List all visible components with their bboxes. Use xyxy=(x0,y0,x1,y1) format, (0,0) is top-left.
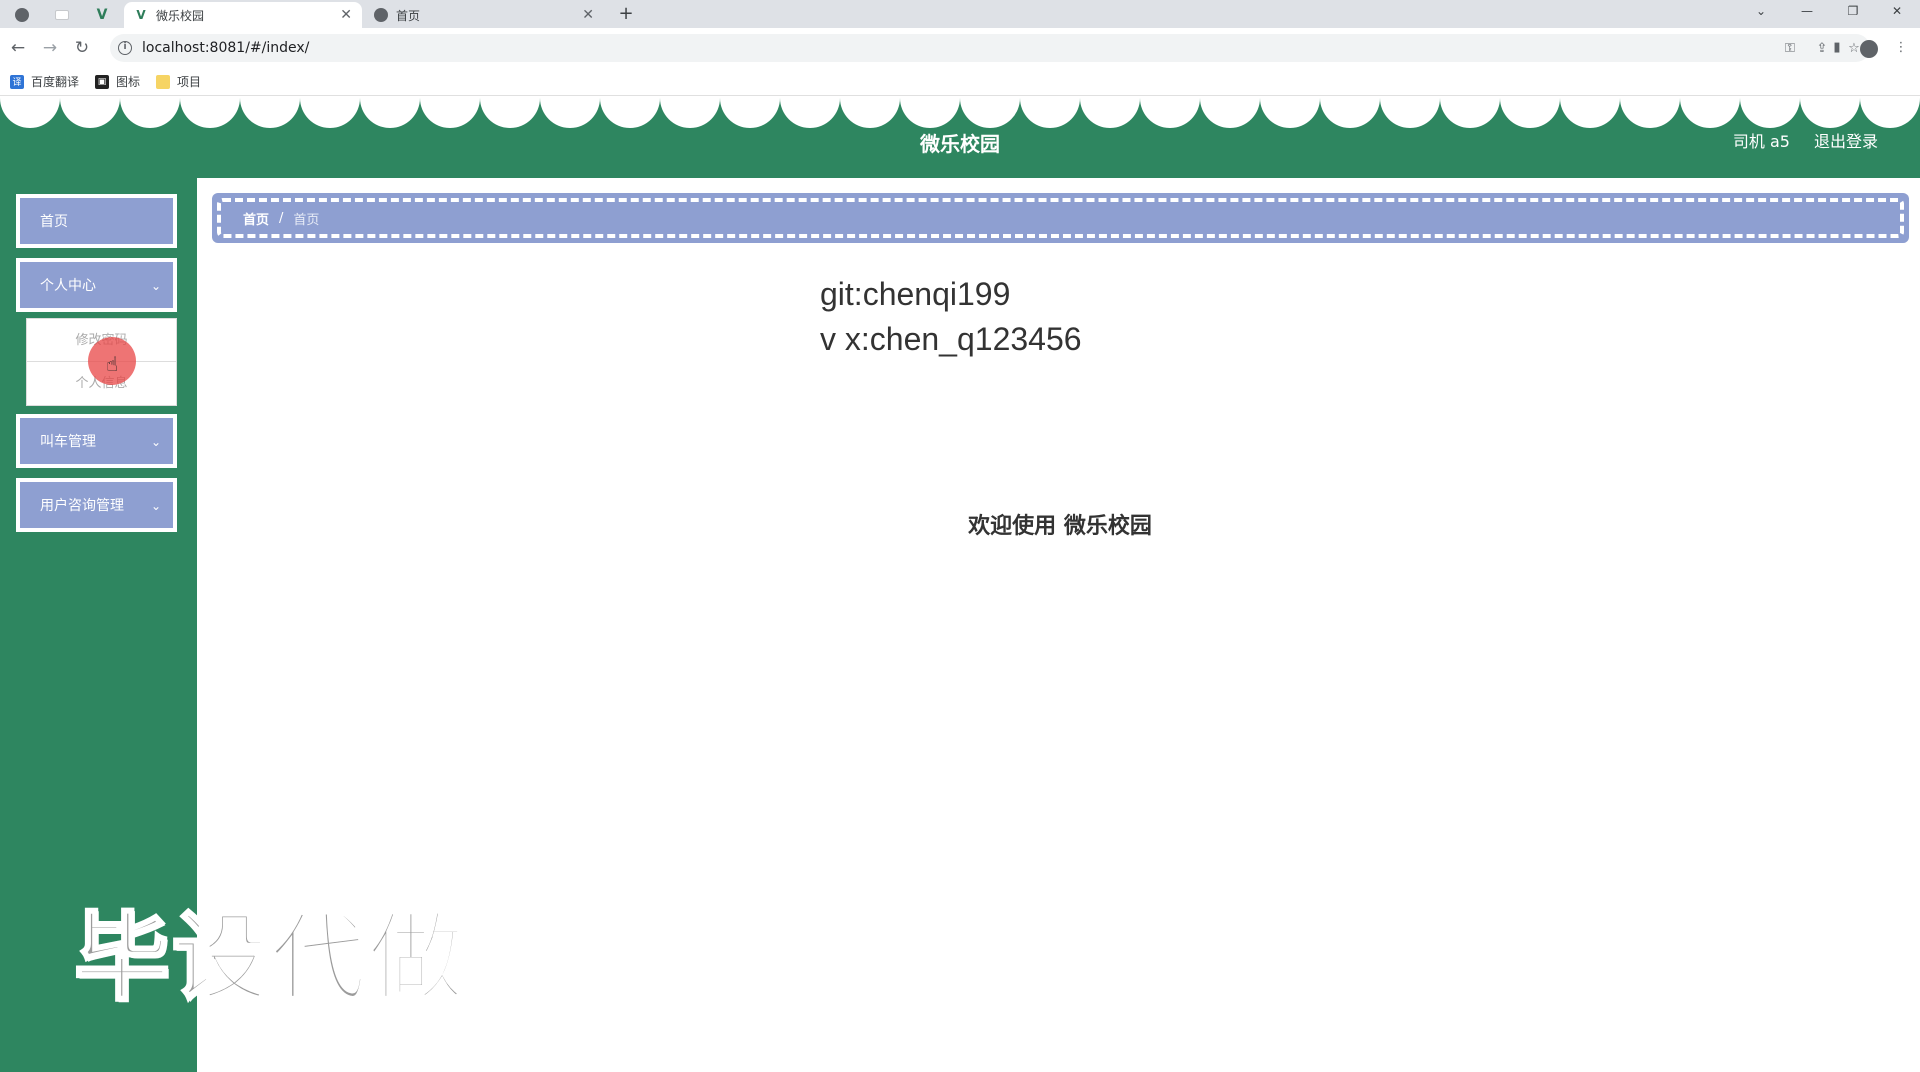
omnibox-actions: ⚿ ⇪ ☆ xyxy=(1774,34,1870,62)
bookmark-item[interactable]: ▣ 图标 xyxy=(95,73,140,90)
back-icon[interactable]: ← xyxy=(6,36,30,60)
hand-cursor-icon: ☝ xyxy=(106,352,119,376)
logout-link[interactable]: 退出登录 xyxy=(1814,128,1878,152)
globe-icon xyxy=(15,8,29,22)
breadcrumb: 首页 / 首页 xyxy=(212,193,1909,243)
app-header: 微乐校园 司机 a5 退出登录 xyxy=(0,98,1920,178)
bookmark-label: 图标 xyxy=(116,75,141,89)
breadcrumb-home[interactable]: 首页 xyxy=(243,209,269,228)
breadcrumb-inner: 首页 / 首页 xyxy=(217,198,1904,238)
chevron-down-icon: ⌄ xyxy=(150,435,161,449)
side-panel-icon[interactable]: ▮ xyxy=(1826,38,1848,60)
pinned-tab-blank[interactable] xyxy=(48,4,76,26)
sidebar-item-ride-management[interactable]: 叫车管理 ⌄ xyxy=(16,414,177,468)
window-close-button[interactable]: ✕ xyxy=(1874,0,1920,24)
scallop-decoration xyxy=(0,98,1920,128)
sidebar-item-label: 叫车管理 xyxy=(40,434,96,450)
tab-active[interactable]: V 微乐校园 ✕ xyxy=(124,2,362,28)
credit-line: v x:chen_q123456 xyxy=(820,321,1082,357)
key-icon[interactable]: ⚿ xyxy=(1774,41,1806,56)
blank-page-icon xyxy=(55,10,69,20)
new-tab-button[interactable]: + xyxy=(614,2,638,26)
image-icon: ▣ xyxy=(95,74,110,89)
credit-line: git:chenqi199 xyxy=(820,276,1011,312)
tab-title: 首页 xyxy=(396,8,421,23)
profile-icon[interactable] xyxy=(1858,38,1880,60)
menu-kebab-icon[interactable]: ⋮ xyxy=(1890,38,1912,60)
tab-title: 微乐校园 xyxy=(156,8,205,23)
bookmarks-bar: 译 百度翻译 ▣ 图标 项目 xyxy=(0,68,1920,96)
bookmark-item[interactable]: 项目 xyxy=(156,73,201,90)
header-user-area: 司机 a5 退出登录 xyxy=(1733,128,1878,152)
info-icon[interactable]: i xyxy=(118,41,132,55)
forward-icon[interactable]: → xyxy=(38,36,62,60)
bookmark-label: 百度翻译 xyxy=(31,75,80,89)
browser-tab-bar: V V 微乐校园 ✕ 首页 ✕ + ⌄ — ❐ ✕ xyxy=(0,0,1920,28)
vue-logo-icon: V xyxy=(136,8,146,22)
sidebar-item-label: 个人中心 xyxy=(40,278,96,294)
translate-icon: 译 xyxy=(10,74,24,89)
sidebar-item-label: 首页 xyxy=(40,214,68,230)
address-url[interactable]: localhost:8081/#/index/ xyxy=(142,40,309,56)
sidebar-item-personal-center[interactable]: 个人中心 ⌄ xyxy=(16,258,177,312)
address-bar[interactable]: i localhost:8081/#/index/ ⚿ ⇪ ☆ xyxy=(110,34,1870,62)
bookmark-item[interactable]: 译 百度翻译 xyxy=(10,73,79,90)
close-icon[interactable]: ✕ xyxy=(582,7,594,23)
sidebar-item-home[interactable]: 首页 xyxy=(16,194,177,248)
tab-search-icon[interactable]: ⌄ xyxy=(1738,0,1784,24)
app-title: 微乐校园 xyxy=(920,132,1000,156)
welcome-message: 欢迎使用 微乐校园 xyxy=(968,514,1152,539)
pinned-tab-vue[interactable]: V xyxy=(88,4,116,26)
browser-toolbar: ← → ↻ i localhost:8081/#/index/ ⚿ ⇪ ☆ ▮ … xyxy=(0,28,1920,68)
vue-logo-icon: V xyxy=(96,7,108,23)
folder-icon xyxy=(156,74,171,89)
chevron-down-icon: ⌄ xyxy=(150,279,161,293)
breadcrumb-separator: / xyxy=(279,210,284,226)
watermark-text: 毕设代做 xyxy=(73,901,466,1016)
current-user: 司机 a5 xyxy=(1732,132,1790,151)
tab-inactive[interactable]: 首页 ✕ xyxy=(364,2,604,28)
pinned-tab-globe[interactable] xyxy=(8,4,36,26)
bookmark-label: 项目 xyxy=(177,75,202,89)
close-icon[interactable]: ✕ xyxy=(340,7,352,23)
breadcrumb-current: 首页 xyxy=(293,212,320,228)
credits-text: git:chenqi199 v x:chen_q123456 xyxy=(820,272,1082,362)
restore-button[interactable]: ❐ xyxy=(1830,0,1876,24)
globe-icon xyxy=(374,8,388,22)
minimize-button[interactable]: — xyxy=(1784,0,1830,24)
reload-icon[interactable]: ↻ xyxy=(70,36,94,60)
